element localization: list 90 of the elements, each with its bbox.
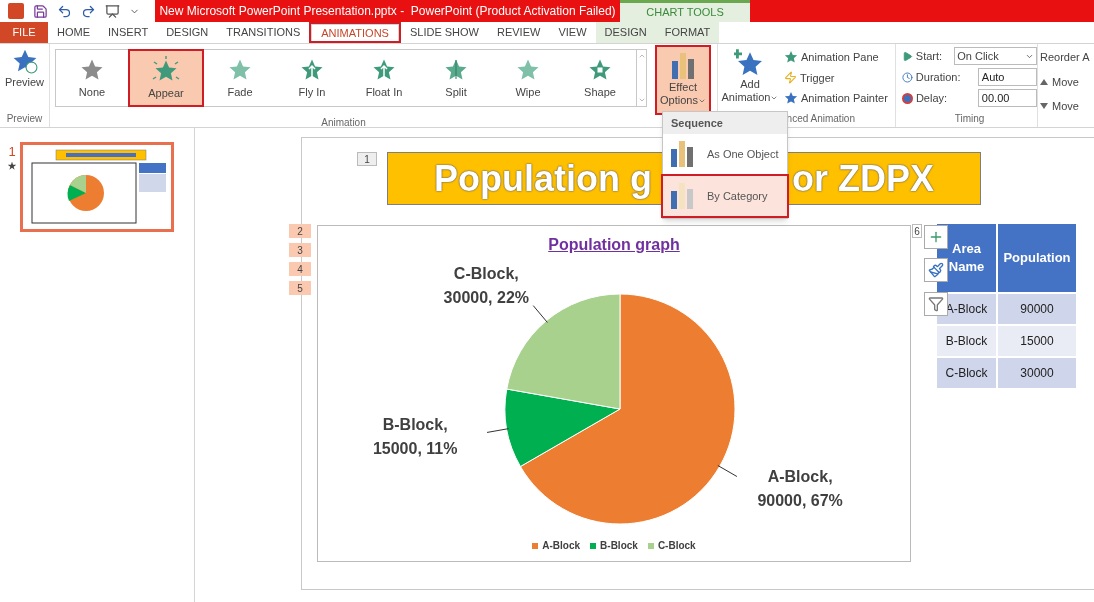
group-label: Timing xyxy=(953,112,986,126)
table-cell: B-Block xyxy=(936,325,997,357)
animation-option[interactable]: Float In xyxy=(348,50,420,104)
duration-field[interactable]: Auto xyxy=(977,68,1037,86)
animation-option[interactable]: None xyxy=(56,50,128,104)
group-label: Animation xyxy=(321,116,366,130)
clock-icon xyxy=(902,71,913,83)
menu-header: Sequence xyxy=(663,112,787,134)
field-label: Delay: xyxy=(915,90,949,106)
redo-icon[interactable] xyxy=(81,3,96,19)
group-label: Preview xyxy=(5,112,44,126)
plus-icon xyxy=(928,229,944,245)
down-triangle-icon xyxy=(1040,103,1048,110)
save-icon[interactable] xyxy=(33,3,48,19)
ribbon-tab[interactable]: ANIMATIONS xyxy=(311,24,399,41)
ribbon-tab[interactable]: VIEW xyxy=(549,22,596,43)
table-cell: C-Block xyxy=(936,357,997,389)
data-label: B-Block, 15000, 11% xyxy=(371,414,459,459)
ribbon-tab[interactable]: REVIEW xyxy=(488,22,550,43)
animation-option[interactable]: Wipe xyxy=(492,50,564,104)
advanced-animation-button[interactable]: Trigger xyxy=(784,69,888,86)
leader-line xyxy=(486,428,510,433)
animation-tag[interactable]: 2 xyxy=(289,224,311,238)
leader-line xyxy=(717,465,738,477)
table-cell: 15000 xyxy=(997,325,1077,357)
field-label: Duration: xyxy=(915,69,962,85)
effect-options-button[interactable]: Effect Options xyxy=(657,47,709,113)
star-icon xyxy=(784,91,798,106)
slide-thumbnail[interactable] xyxy=(20,142,174,232)
bar-chart-icon xyxy=(669,181,695,211)
ribbon-tab[interactable]: FORMAT xyxy=(655,22,720,43)
advanced-animation-button[interactable]: Animation Pane xyxy=(784,49,888,66)
add-chart-element-button[interactable] xyxy=(924,225,948,249)
animation-option[interactable]: Fade xyxy=(204,50,276,104)
context-tab-header: CHART TOOLS xyxy=(620,0,750,22)
ribbon-tab[interactable]: INSERT xyxy=(99,22,158,43)
window-title: New Microsoft PowerPoint Presentation.pptx - PowerPoint (Product Activation Failed) xyxy=(159,3,616,20)
menu-item[interactable]: As One Object xyxy=(663,134,787,174)
filter-icon xyxy=(928,296,944,312)
ribbon-tab[interactable]: SLIDE SHOW xyxy=(400,22,488,43)
slide-number: 1 xyxy=(8,143,16,161)
legend-label: B-Block xyxy=(600,539,638,553)
legend-label: C-Block xyxy=(657,539,696,553)
animation-tag[interactable]: 1 xyxy=(357,152,377,166)
move-button[interactable]: Move xyxy=(1040,98,1094,115)
data-label: A-Block, 90000, 67% xyxy=(756,467,844,511)
animation-tag[interactable]: 6 xyxy=(912,224,922,238)
ribbon-tab[interactable]: HOME xyxy=(48,22,99,43)
star-icon xyxy=(784,50,798,65)
animation-option[interactable]: Shape xyxy=(564,50,636,104)
move-button[interactable]: Move xyxy=(1040,73,1094,90)
slide-title: or ZDPX xyxy=(792,156,934,201)
chart-style-button[interactable] xyxy=(924,258,948,282)
delay-icon xyxy=(902,92,913,104)
animation-option[interactable]: Fly In xyxy=(276,50,348,104)
column-header: Population xyxy=(997,223,1077,293)
leader-line xyxy=(532,305,548,323)
up-triangle-icon xyxy=(1040,78,1048,85)
presenter-icon[interactable] xyxy=(105,3,120,19)
ribbon-tab[interactable]: TRANSITIONS xyxy=(217,22,310,43)
slide-title: Population g xyxy=(434,156,652,201)
animation-option[interactable]: Split xyxy=(420,50,492,104)
animation-tag[interactable]: 5 xyxy=(289,281,311,295)
add-animation-button[interactable]: Add Animation xyxy=(718,48,782,111)
undo-icon[interactable] xyxy=(57,3,72,19)
chart-title: Population graph xyxy=(548,235,680,255)
table-cell: 30000 xyxy=(997,357,1077,389)
star-icon xyxy=(151,54,181,83)
menu-item[interactable]: By Category xyxy=(663,176,787,216)
advanced-animation-button[interactable]: Animation Painter xyxy=(784,90,888,107)
lightning-icon xyxy=(784,71,797,85)
play-icon xyxy=(902,50,913,62)
ribbon-tab[interactable]: FILE xyxy=(0,22,48,43)
delay-field[interactable]: 00.00 xyxy=(977,89,1037,107)
table-cell: 90000 xyxy=(997,293,1077,325)
field-label: Start: xyxy=(915,48,944,64)
preview-button[interactable]: Preview xyxy=(0,44,49,111)
start-dropdown[interactable]: On Click xyxy=(954,47,1037,65)
group-title: Reorder A xyxy=(1040,50,1091,65)
chart-filter-button[interactable] xyxy=(924,292,948,316)
bar-chart-icon xyxy=(669,139,695,169)
ribbon-tab[interactable]: DESIGN xyxy=(157,22,218,43)
bar-chart-icon xyxy=(670,51,696,81)
ribbon-tab[interactable]: DESIGN xyxy=(595,22,656,43)
animation-option[interactable]: Appear xyxy=(130,51,202,105)
animation-tag[interactable]: 4 xyxy=(289,262,311,276)
data-label: C-Block, 30000, 22% xyxy=(442,264,530,309)
animation-tag[interactable]: 3 xyxy=(289,243,311,257)
paintbrush-icon xyxy=(928,262,944,278)
legend-label: A-Block xyxy=(542,539,581,553)
